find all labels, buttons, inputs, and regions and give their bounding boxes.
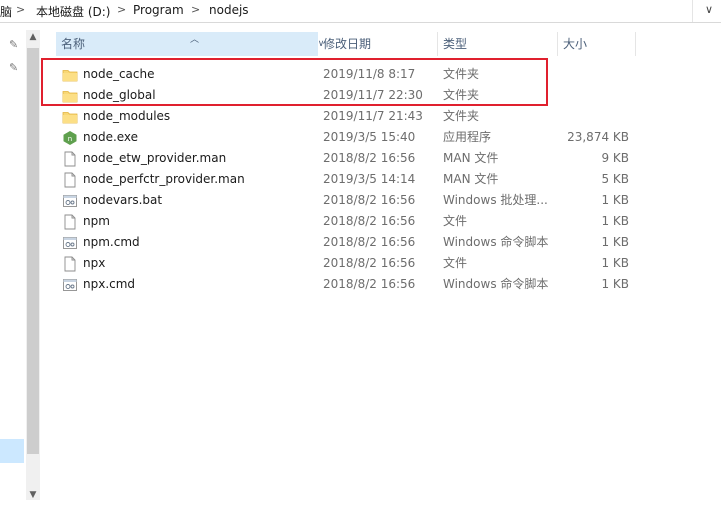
- file-icon: [62, 172, 78, 188]
- column-header-date[interactable]: 修改日期: [318, 32, 438, 56]
- file-name: node.exe: [83, 130, 139, 144]
- nav-scroll-thumb[interactable]: [27, 48, 39, 454]
- file-name: npm.cmd: [83, 235, 140, 249]
- file-icon: [62, 256, 78, 272]
- pin-icon[interactable]: ✎: [9, 38, 18, 51]
- file-size: 23,874 KB: [567, 130, 629, 144]
- breadcrumb-program[interactable]: Program: [133, 3, 184, 17]
- file-name: npx.cmd: [83, 277, 136, 291]
- node-exe-icon: n: [62, 130, 78, 146]
- file-name: node_etw_provider.man: [83, 151, 227, 165]
- file-type: MAN 文件: [443, 172, 499, 186]
- file-size: 1 KB: [601, 235, 629, 249]
- column-header-type[interactable]: 类型: [438, 32, 558, 56]
- navigation-pane: ✎ ✎ ▲ ▼: [0, 24, 40, 512]
- file-size: 5 KB: [601, 172, 629, 186]
- file-type: 应用程序: [443, 130, 492, 144]
- file-date: 2018/8/2 16:56: [323, 193, 416, 207]
- column-header-name[interactable]: 名称 ︿ ∨: [56, 32, 324, 56]
- column-header-size-label: 大小: [563, 37, 588, 51]
- breadcrumb-separator: >: [117, 3, 127, 16]
- file-name: node_perfctr_provider.man: [83, 172, 245, 186]
- file-name: npx: [83, 256, 106, 270]
- file-size: 1 KB: [601, 256, 629, 270]
- file-date: 2018/8/2 16:56: [323, 256, 416, 270]
- column-header-row: 名称 ︿ ∨ 修改日期 类型 大小: [44, 32, 721, 56]
- file-type: Windows 命令脚本: [443, 277, 549, 291]
- file-size: 1 KB: [601, 277, 629, 291]
- column-header-date-label: 修改日期: [323, 37, 372, 51]
- sort-ascending-icon: ︿: [190, 35, 200, 45]
- file-type: 文件: [443, 214, 468, 228]
- file-type: 文件夹: [443, 109, 480, 123]
- scroll-down-arrow-icon[interactable]: ▼: [26, 488, 40, 502]
- file-type: Windows 命令脚本: [443, 235, 549, 249]
- file-size: 1 KB: [601, 193, 629, 207]
- file-date: 2019/3/5 14:14: [323, 172, 416, 186]
- file-type: 文件: [443, 256, 468, 270]
- file-date: 2019/3/5 15:40: [323, 130, 416, 144]
- file-name: nodevars.bat: [83, 193, 163, 207]
- file-date: 2018/8/2 16:56: [323, 151, 416, 165]
- nav-selected-item[interactable]: [0, 439, 24, 463]
- file-date: 2018/8/2 16:56: [323, 277, 416, 291]
- breadcrumb-drive-d[interactable]: 本地磁盘 (D:): [36, 3, 110, 20]
- column-header-size[interactable]: 大小: [558, 32, 636, 56]
- file-date: 2018/8/2 16:56: [323, 214, 416, 228]
- script-icon: [62, 277, 78, 293]
- file-row[interactable]: nodevars.bat 2018/8/2 16:56 Windows 批处理...…: [58, 190, 698, 211]
- breadcrumb-this-pc[interactable]: 脑: [0, 3, 12, 20]
- file-name: node_modules: [83, 109, 171, 123]
- file-row[interactable]: npx 2018/8/2 16:56 文件 1 KB: [58, 253, 698, 274]
- svg-text:n: n: [68, 135, 72, 143]
- scroll-up-arrow-icon[interactable]: ▲: [26, 30, 40, 44]
- file-size: 1 KB: [601, 214, 629, 228]
- file-name: npm: [83, 214, 110, 228]
- script-icon: [62, 235, 78, 251]
- file-row[interactable]: npx.cmd 2018/8/2 16:56 Windows 命令脚本 1 KB: [58, 274, 698, 295]
- file-row[interactable]: node_modules 2019/11/7 21:43 文件夹: [58, 106, 698, 127]
- column-header-name-label: 名称: [61, 37, 86, 51]
- folder-icon: [62, 109, 78, 125]
- address-history-dropdown-icon[interactable]: ∨: [705, 3, 713, 16]
- script-icon: [62, 193, 78, 209]
- breadcrumb-separator: >: [191, 3, 201, 16]
- file-size: 9 KB: [601, 151, 629, 165]
- file-row[interactable]: npm.cmd 2018/8/2 16:56 Windows 命令脚本 1 KB: [58, 232, 698, 253]
- file-date: 2019/11/7 21:43: [323, 109, 423, 123]
- file-row[interactable]: node_perfctr_provider.man 2019/3/5 14:14 M…: [58, 169, 698, 190]
- address-bar[interactable]: 脑 > 本地磁盘 (D:) > Program > nodejs ∨: [0, 0, 721, 23]
- file-row[interactable]: n node.exe 2019/3/5 15:40 应用程序 23,874 KB: [58, 127, 698, 148]
- file-icon: [62, 214, 78, 230]
- file-row[interactable]: node_etw_provider.man 2018/8/2 16:56 MAN 文…: [58, 148, 698, 169]
- file-row[interactable]: npm 2018/8/2 16:56 文件 1 KB: [58, 211, 698, 232]
- column-header-type-label: 类型: [443, 37, 468, 51]
- file-type: Windows 批处理...: [443, 193, 548, 207]
- file-date: 2018/8/2 16:56: [323, 235, 416, 249]
- address-divider: [692, 0, 693, 22]
- file-type: MAN 文件: [443, 151, 499, 165]
- pin-icon[interactable]: ✎: [9, 61, 18, 74]
- breadcrumb-nodejs[interactable]: nodejs: [209, 3, 249, 17]
- breadcrumb-separator: >: [16, 3, 26, 16]
- file-icon: [62, 151, 78, 167]
- highlight-annotation-box: [41, 58, 548, 106]
